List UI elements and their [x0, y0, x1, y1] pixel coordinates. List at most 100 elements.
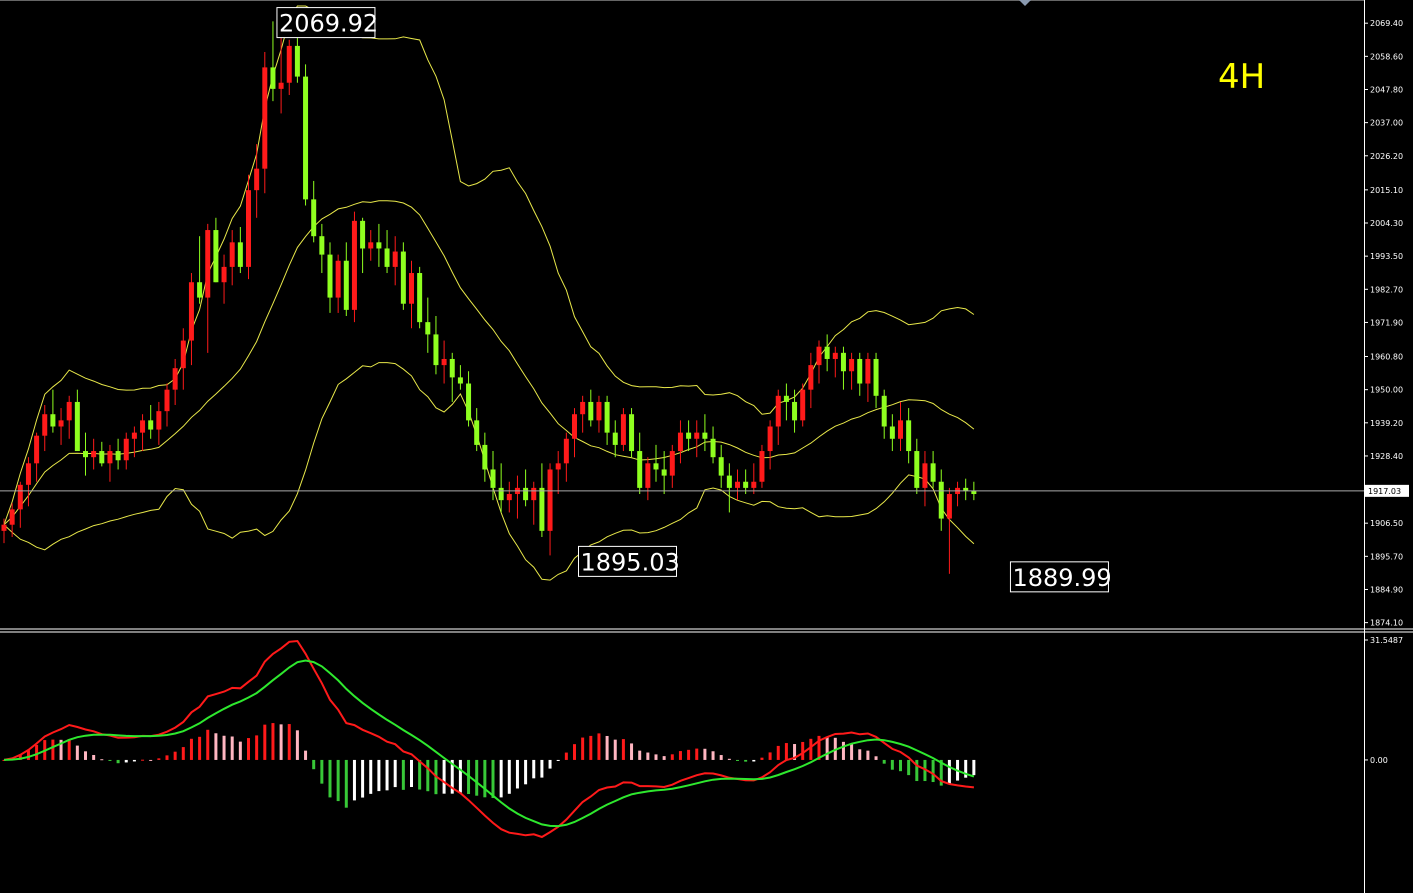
candle-body	[311, 199, 317, 237]
macd-histogram-bar	[181, 747, 185, 760]
macd-histogram-bar	[564, 752, 568, 760]
candle-body	[637, 451, 643, 488]
macd-histogram-bar	[238, 741, 242, 760]
macd-histogram-bar	[589, 735, 593, 760]
candle-body	[669, 451, 675, 476]
candle-body	[881, 395, 887, 427]
candle-body	[115, 451, 121, 461]
macd-histogram-bar	[532, 759, 536, 779]
candle-body	[205, 230, 211, 298]
candle-body	[83, 451, 88, 458]
macd-histogram-bar	[825, 736, 829, 760]
macd-histogram-bar	[35, 744, 39, 760]
candle-body	[906, 420, 912, 452]
macd-histogram-bar	[507, 759, 511, 794]
macd-histogram-bar	[361, 759, 365, 798]
price-tick-label: 2058.60	[1370, 52, 1403, 61]
candle-body	[180, 340, 186, 369]
candle-body	[156, 411, 162, 430]
macd-histogram-bar	[760, 757, 764, 760]
candle-body	[629, 414, 635, 452]
macd-histogram-bar	[124, 759, 128, 763]
candle-body	[612, 432, 618, 445]
macd-histogram-bar	[605, 735, 609, 760]
macd-histogram-bar	[858, 749, 862, 760]
candle-body	[213, 230, 219, 283]
candle-body	[278, 82, 284, 89]
candle-body	[131, 432, 137, 439]
candle-body	[686, 432, 692, 439]
candle-body	[783, 395, 789, 402]
macd-histogram-bar	[850, 744, 854, 760]
macd-histogram-bar	[75, 745, 79, 760]
candle-body	[832, 352, 838, 359]
macd-histogram-bar	[646, 752, 650, 760]
macd-histogram-bar	[279, 724, 283, 760]
candle-body	[1, 524, 7, 531]
candle-body	[286, 45, 292, 83]
macd-histogram-bar	[67, 739, 71, 760]
candle-body	[441, 358, 447, 366]
macd-histogram-bar	[613, 739, 617, 760]
price-tick-label: 1895.70	[1370, 552, 1403, 561]
candle	[351, 211, 357, 323]
candle-body	[343, 260, 349, 310]
candle-body	[726, 475, 732, 488]
macd-histogram-bar	[882, 759, 886, 764]
macd-histogram-bar	[899, 759, 902, 772]
candle-body	[849, 358, 855, 372]
candle-body	[572, 414, 577, 439]
candle-body	[246, 190, 251, 267]
candle-body	[735, 481, 740, 488]
candle-body	[42, 414, 48, 436]
macd-histogram-bar	[841, 741, 845, 760]
candle-body	[857, 358, 863, 384]
price-tick-label: 2004.30	[1370, 219, 1403, 228]
macd-histogram-bar	[165, 755, 169, 760]
price-tick-label: 1960.80	[1370, 353, 1403, 362]
timeframe-label: 4H	[1218, 57, 1265, 97]
price-tick-label: 1993.50	[1370, 252, 1403, 261]
candle-body	[188, 282, 194, 341]
candle-body	[140, 420, 146, 433]
candle	[417, 266, 423, 329]
candle-body	[661, 469, 667, 476]
macd-histogram-bar	[247, 738, 250, 760]
macd-histogram-bar	[711, 751, 715, 760]
macd-histogram-bar	[320, 759, 324, 784]
macd-histogram-bar	[695, 748, 699, 760]
price-tick-label: 1971.90	[1370, 318, 1403, 327]
macd-histogram-bar	[581, 737, 585, 760]
candle-body	[270, 67, 276, 89]
candle-body	[865, 358, 871, 384]
macd-histogram-bar	[410, 759, 413, 788]
candle-body	[376, 242, 382, 249]
macd-histogram-bar	[401, 759, 405, 790]
macd-histogram-bar	[809, 738, 813, 760]
candle-body	[466, 383, 472, 421]
candle-body	[523, 487, 529, 501]
trading-chart: 2069.92 1895.03 1889.99 4H 2069.40 2058.60 2…	[0, 0, 1413, 893]
candle-body	[889, 426, 895, 439]
candle-body	[767, 426, 773, 452]
price-tick-label: 1874.10	[1370, 619, 1403, 628]
candle	[759, 444, 765, 488]
macd-histogram-bar	[328, 759, 332, 798]
candle-body	[930, 463, 936, 482]
candle-body	[351, 220, 357, 310]
macd-histogram-bar	[866, 750, 870, 760]
macd-histogram-bar	[499, 759, 503, 798]
candle-body	[759, 451, 765, 482]
candle-body	[547, 469, 553, 531]
macd-histogram-bar	[304, 750, 308, 760]
price-tick-label: 2047.80	[1370, 85, 1403, 94]
candle-body	[221, 266, 227, 283]
candle-body	[824, 346, 830, 359]
macd-histogram-bar	[295, 730, 299, 760]
candle-body	[563, 438, 569, 464]
macd-histogram-bar	[687, 749, 691, 760]
macd-histogram-bar	[255, 735, 259, 760]
macd-histogram-bar	[491, 759, 495, 799]
callout-label: 2069.92	[279, 10, 378, 38]
current-price-label: 1917.03	[1368, 487, 1401, 496]
